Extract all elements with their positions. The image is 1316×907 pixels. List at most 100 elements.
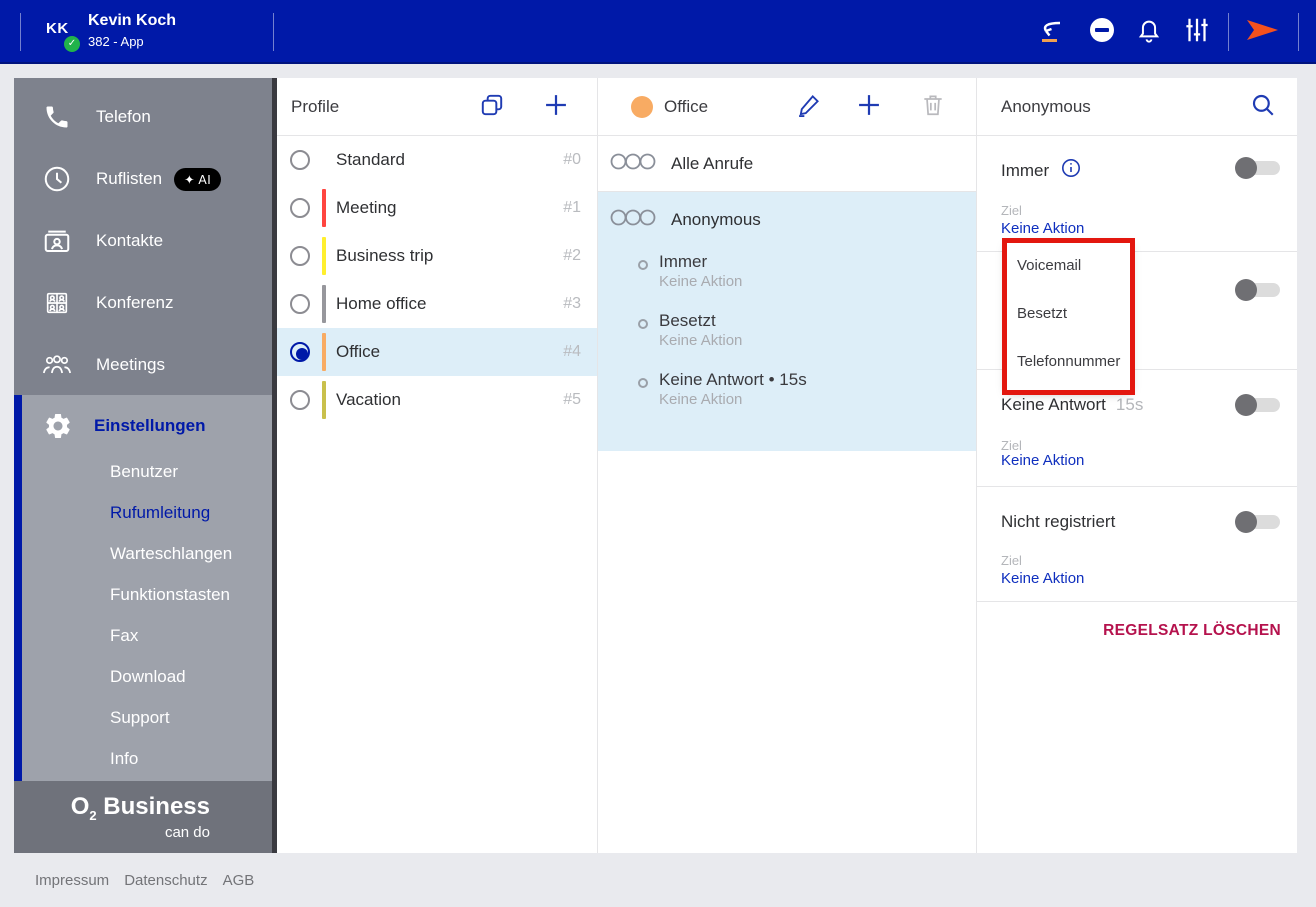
profile-name: Standard — [336, 150, 405, 169]
rings-icon — [610, 153, 656, 175]
profile-number: #4 — [563, 343, 581, 360]
ziel-action-link[interactable]: Keine Aktion — [1001, 452, 1084, 469]
people-icon — [40, 348, 74, 382]
profile-color-dot — [631, 95, 653, 118]
search-button[interactable] — [1249, 93, 1277, 121]
sidebar-item-info[interactable]: Info — [22, 738, 272, 779]
sidebar-item-download[interactable]: Download — [22, 656, 272, 697]
profile-radio-selected[interactable] — [290, 342, 310, 362]
dropdown-option-telefonnummer[interactable]: Telefonnummer — [1017, 353, 1130, 375]
search-icon — [1250, 92, 1276, 123]
condition-bullet-icon — [638, 319, 648, 329]
audio-settings-button[interactable] — [1177, 12, 1217, 52]
sidebar-item-meetings[interactable]: Meetings — [14, 334, 272, 396]
dropdown-option-voicemail[interactable]: Voicemail — [1017, 257, 1130, 279]
dropdown-option-besetzt[interactable]: Besetzt — [1017, 305, 1130, 327]
gear-icon — [42, 410, 74, 442]
profile-number: #3 — [563, 295, 581, 312]
profile-row-home-office[interactable]: Home office #3 — [277, 280, 597, 328]
rule-row-anonymous[interactable]: Anonymous — [598, 192, 976, 248]
profile-name: Business trip — [336, 246, 434, 265]
footer-link-impressum[interactable]: Impressum — [35, 872, 109, 889]
profile-color-bar — [322, 333, 326, 371]
besetzt-toggle[interactable] — [1235, 279, 1280, 301]
sidebar-item-telefon[interactable]: Telefon — [14, 86, 272, 148]
rule-name: Alle Anrufe — [671, 153, 754, 173]
keine-antwort-toggle[interactable] — [1235, 394, 1280, 416]
sliders-icon — [1182, 15, 1212, 50]
plus-icon — [855, 91, 883, 124]
ziel-label: Ziel — [1001, 553, 1022, 568]
profile-row-business-trip[interactable]: Business trip #2 — [277, 232, 597, 280]
sidebar-item-label: Meetings — [96, 355, 165, 374]
user-avatar[interactable]: KK — [46, 20, 69, 37]
ziel-action-link[interactable]: Keine Aktion — [1001, 570, 1084, 587]
profile-row-meeting[interactable]: Meeting #1 — [277, 184, 597, 232]
call-forwarding-button[interactable] — [1030, 12, 1070, 52]
sidebar-item-ruflisten[interactable]: Ruflisten ✦ AI — [14, 148, 272, 210]
sidebar-item-warteschlangen[interactable]: Warteschlangen — [22, 533, 272, 574]
info-icon[interactable] — [1061, 158, 1081, 183]
sidebar-item-funktionstasten[interactable]: Funktionstasten — [22, 574, 272, 615]
profile-radio[interactable] — [290, 246, 310, 266]
do-not-disturb-button[interactable] — [1082, 12, 1122, 52]
condition-title: Besetzt — [659, 311, 716, 330]
immer-toggle[interactable] — [1235, 157, 1280, 179]
footer-link-agb[interactable]: AGB — [223, 872, 255, 889]
profile-number: #1 — [563, 199, 581, 216]
rule-row-alle-anrufe[interactable]: Alle Anrufe — [598, 136, 976, 192]
profile-name: Home office — [336, 294, 427, 313]
section-immer: Immer Ziel Keine Aktion — [977, 136, 1297, 252]
nicht-registriert-toggle[interactable] — [1235, 511, 1280, 533]
profile-name: Meeting — [336, 198, 397, 217]
add-profile-button[interactable] — [542, 93, 570, 121]
user-name: Kevin Koch — [88, 12, 177, 29]
condition-bullet-icon — [638, 260, 648, 270]
user-extension: 382 - App — [88, 34, 144, 49]
brand-send-button[interactable] — [1242, 12, 1282, 52]
profile-row-standard[interactable]: Standard #0 — [277, 136, 597, 184]
conference-grid-icon — [40, 286, 74, 320]
logo-rest: Business — [96, 793, 210, 820]
edit-profile-button[interactable] — [795, 93, 823, 121]
ziel-action-link[interactable]: Keine Aktion — [1001, 220, 1084, 237]
sidebar-item-benutzer[interactable]: Benutzer — [22, 451, 272, 492]
copy-profile-button[interactable] — [478, 93, 506, 121]
sidebar-item-label: Kontakte — [96, 231, 164, 250]
profile-row-office[interactable]: Office #4 — [277, 328, 597, 376]
condition-action: Keine Aktion — [659, 273, 743, 290]
profile-radio[interactable] — [290, 198, 310, 218]
profile-color-bar — [322, 237, 326, 275]
trash-icon — [920, 92, 946, 123]
add-rule-button[interactable] — [855, 93, 883, 121]
sidebar-item-rufumleitung[interactable]: Rufumleitung — [22, 492, 272, 533]
condition-besetzt[interactable]: Besetzt Keine Aktion — [638, 311, 976, 350]
delete-rule-button[interactable] — [919, 93, 947, 121]
delete-ruleset-button[interactable]: REGELSATZ LÖSCHEN — [977, 602, 1297, 660]
ai-badge: ✦ AI — [174, 167, 222, 191]
sidebar-item-support[interactable]: Support — [22, 697, 272, 738]
ziel-dropdown-menu: Voicemail Besetzt Telefonnummer — [1007, 243, 1130, 390]
sidebar-item-label: Telefon — [96, 107, 151, 126]
profile-radio[interactable] — [290, 294, 310, 314]
copy-icon — [479, 92, 505, 123]
profile-name: Vacation — [336, 390, 401, 409]
profile-row-vacation[interactable]: Vacation #5 — [277, 376, 597, 424]
profile-color-bar — [322, 381, 326, 419]
sidebar-item-konferenz[interactable]: Konferenz — [14, 272, 272, 334]
condition-immer[interactable]: Immer Keine Aktion — [638, 252, 976, 291]
sidebar-item-fax[interactable]: Fax — [22, 615, 272, 656]
condition-keine-antwort[interactable]: Keine Antwort • 15s Keine Aktion — [638, 370, 976, 409]
profile-number: #2 — [563, 247, 581, 264]
sidebar-item-kontakte[interactable]: Kontakte — [14, 210, 272, 272]
profiles-title: Profile — [291, 96, 340, 116]
sidebar: Telefon Ruflisten ✦ AI Kontakte Konferen… — [14, 78, 272, 853]
footer-link-datenschutz[interactable]: Datenschutz — [124, 872, 207, 889]
profile-radio[interactable] — [290, 150, 310, 170]
condition-title: Keine Antwort • 15s — [659, 370, 807, 389]
detail-title: Anonymous — [1001, 96, 1091, 116]
profile-radio[interactable] — [290, 390, 310, 410]
sidebar-item-einstellungen[interactable]: Einstellungen — [22, 401, 272, 451]
notifications-button[interactable] — [1129, 12, 1169, 52]
contact-card-icon — [40, 224, 74, 258]
